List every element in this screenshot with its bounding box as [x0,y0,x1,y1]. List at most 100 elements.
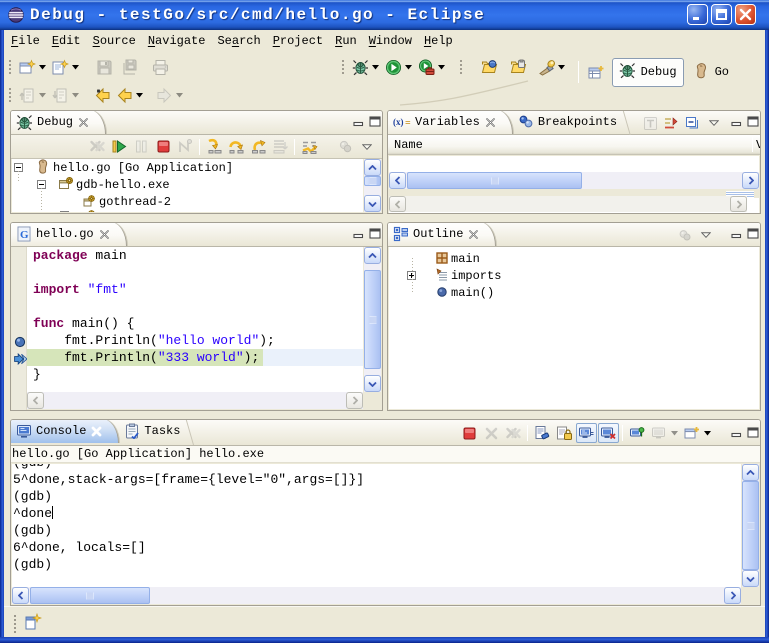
variables-column-header[interactable]: Name Value [388,135,760,155]
perspective-debug[interactable]: Debug [612,58,684,87]
scroll-up-button[interactable] [364,159,381,176]
scroll-right-button[interactable] [724,587,741,604]
tree-item[interactable] [12,210,363,212]
perspective-go[interactable]: Go [687,58,735,87]
view-menu-button[interactable] [703,113,724,133]
open-console-dropdown[interactable] [703,423,712,443]
detail-pane-horizontal-scrollbar[interactable] [389,196,747,212]
debug-button[interactable] [350,57,370,77]
terminate-button[interactable] [459,423,480,443]
fast-view-button[interactable] [24,612,42,636]
close-button[interactable] [735,4,756,25]
scroll-right-button[interactable] [346,392,363,409]
new-go-element-button[interactable] [50,57,70,77]
scroll-down-button[interactable] [364,375,381,392]
code-line-3[interactable]: import "fmt" [27,281,363,298]
new-wizard-button[interactable] [17,57,37,77]
editor-maximize-button[interactable] [369,227,381,240]
menu-file[interactable]: File [5,32,46,50]
new-go-element-dropdown[interactable] [71,57,80,77]
tree-item-main-[interactable]: main() [389,284,759,301]
open-go-package-button[interactable] [479,57,499,77]
run-dropdown[interactable] [404,57,413,77]
breakpoint-marker[interactable] [14,336,26,348]
last-edit-location-button[interactable] [92,85,112,105]
open-perspective-button[interactable] [585,60,609,84]
tab-hello-go[interactable]: G hello.go [11,222,127,246]
scroll-down-button[interactable] [742,570,759,587]
tab-close-icon[interactable] [485,117,496,128]
editor-annotation-ruler[interactable] [12,247,27,410]
scroll-left-button[interactable] [27,392,44,409]
tab-breakpoints[interactable]: Breakpoints [513,110,633,134]
tree-item-gdb-hello-exe[interactable]: gdb-hello.exe [12,176,363,193]
debug-tree-vertical-scrollbar[interactable] [364,159,381,212]
scrollbar-thumb[interactable] [742,481,759,570]
scroll-down-button[interactable] [364,195,381,212]
minimize-button[interactable] [687,4,708,25]
console-vertical-scrollbar[interactable] [742,464,759,587]
code-line-1[interactable]: package main [27,247,363,264]
outline-minimize-button[interactable] [730,227,742,240]
run-external-tools-button[interactable] [416,57,436,77]
debug-dropdown[interactable] [371,57,380,77]
tab-debug-close-icon[interactable] [78,117,89,128]
toolbar-grip[interactable] [7,86,12,104]
outline-maximize-button[interactable] [747,227,759,240]
step-return-button[interactable] [248,137,269,157]
toolbar-grip[interactable] [458,58,463,76]
view-menu-button[interactable] [695,225,716,245]
maximize-button[interactable] [711,4,732,25]
tab-outline-close-icon[interactable] [468,229,479,240]
tab-variables[interactable]: (x)=Variables [388,110,513,134]
scroll-up-button[interactable] [364,247,381,264]
debug-view-maximize-button[interactable] [369,115,381,128]
menu-navigate[interactable]: Navigate [142,32,212,50]
step-over-button[interactable] [226,137,247,157]
title-bar[interactable]: Debug - testGo/src/cmd/hello.go - Eclips… [0,0,769,30]
scroll-up-button[interactable] [742,464,759,481]
scroll-right-button[interactable] [730,196,747,212]
step-into-button[interactable] [204,137,225,157]
tab-outline[interactable]: Outline [388,222,496,246]
menu-edit[interactable]: Edit [46,32,87,50]
pin-console-button[interactable] [627,423,648,443]
scroll-left-button[interactable] [389,196,406,212]
tree-item-main[interactable]: main [389,250,759,267]
variables-view-maximize-button[interactable] [747,115,759,128]
scroll-left-button[interactable] [389,172,406,189]
tree-item-imports[interactable]: imports [389,267,759,284]
scroll-right-button[interactable] [742,172,759,189]
open-go-resource-button[interactable] [508,57,528,77]
scroll-left-button[interactable] [12,587,29,604]
tab-hello-go-close-icon[interactable] [99,229,110,240]
search-button[interactable] [536,57,556,77]
menu-source[interactable]: Source [87,32,142,50]
variables-horizontal-scrollbar[interactable] [389,172,759,189]
toolbar-grip[interactable] [7,58,12,76]
console-maximize-button[interactable] [747,426,759,439]
menu-help[interactable]: Help [418,32,459,50]
scrollbar-thumb[interactable] [364,176,381,186]
back-button[interactable] [114,85,134,105]
tab-close-icon[interactable] [91,426,102,437]
tree-item-gothread-2[interactable]: gothread-2 [12,193,363,210]
menu-search[interactable]: Search [211,32,266,50]
menu-run[interactable]: Run [329,32,363,50]
show-stdout-button[interactable] [576,423,597,443]
resume-button[interactable] [109,137,130,157]
toolbar-grip[interactable] [340,58,345,76]
console-output[interactable]: (gdb) 5^done,stack-args=[frame={level="0… [12,464,741,587]
tab-console[interactable]: Console [11,419,119,443]
tab-debug[interactable]: Debug [11,110,106,134]
code-line-5[interactable]: func main() { [27,315,363,332]
variables-view-minimize-button[interactable] [730,115,742,128]
show-stderr-button[interactable] [598,423,619,443]
variables-table-body[interactable] [389,156,759,172]
terminate-button[interactable] [153,137,174,157]
menu-window[interactable]: Window [363,32,418,50]
editor-minimize-button[interactable] [352,227,364,240]
scroll-lock-button[interactable] [554,423,575,443]
code-line-6[interactable]: fmt.Println("hello world"); [27,332,363,349]
use-step-filters-button[interactable] [299,137,320,157]
